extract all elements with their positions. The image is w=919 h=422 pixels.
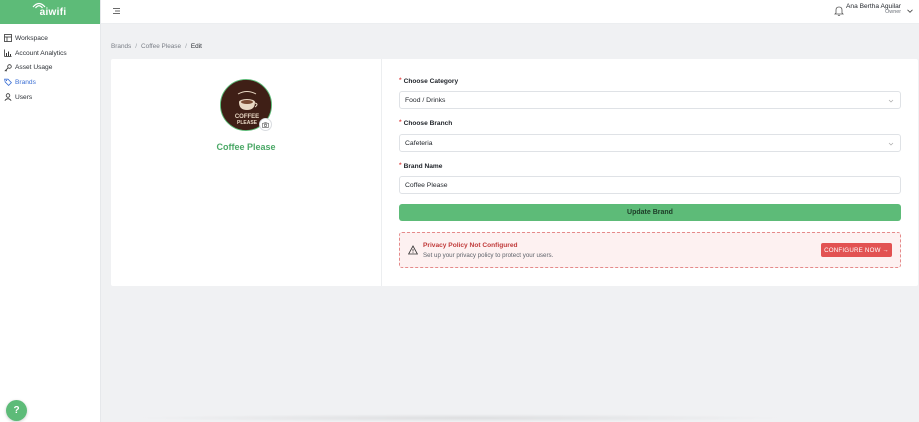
- sidebar-item-label: Account Analytics: [15, 49, 67, 57]
- menu-toggle-icon[interactable]: [111, 6, 121, 16]
- breadcrumb-item-brands[interactable]: Brands: [111, 43, 131, 50]
- user-menu[interactable]: Ana Bertha Aguilar Owner: [846, 3, 901, 16]
- logo: aiwifi: [32, 2, 67, 18]
- bell-icon[interactable]: [834, 5, 844, 17]
- camera-icon[interactable]: [259, 118, 272, 131]
- brand-name-label: * Brand Name: [399, 162, 443, 170]
- user-role: Owner: [885, 9, 901, 16]
- brand-display-name: Coffee Please: [216, 142, 276, 152]
- help-button[interactable]: ?: [6, 400, 27, 421]
- chart-icon: [4, 49, 12, 57]
- sidebar-item-users[interactable]: Users: [0, 90, 100, 105]
- category-select[interactable]: Food / Drinks: [399, 91, 901, 109]
- brand-name-value: Coffee Please: [405, 181, 448, 189]
- user-icon: [4, 93, 12, 101]
- alert-title: Privacy Policy Not Configured: [423, 242, 518, 249]
- alert-text: Set up your privacy policy to protect yo…: [423, 252, 554, 259]
- sidebar-nav: Workspace Account Analytics Asset Usage …: [0, 24, 100, 104]
- grid-icon: [4, 34, 12, 43]
- category-value: Food / Drinks: [405, 96, 446, 104]
- branch-select[interactable]: Cafeteria: [399, 134, 901, 152]
- update-brand-button[interactable]: Update Brand: [399, 204, 901, 221]
- logo-line-2: PLEASE: [237, 120, 258, 126]
- breadcrumb: Brands / Coffee Please / Edit: [111, 43, 202, 50]
- breadcrumb-separator: /: [185, 43, 187, 50]
- required-mark: *: [399, 77, 402, 84]
- sidebar-item-label: Users: [15, 93, 33, 101]
- branch-label-text: Choose Branch: [403, 120, 453, 127]
- top-header: Ana Bertha Aguilar Owner: [101, 0, 919, 24]
- breadcrumb-item-brand[interactable]: Coffee Please: [141, 43, 181, 50]
- sidebar-item-account-analytics[interactable]: Account Analytics: [0, 46, 100, 61]
- breadcrumb-separator: /: [135, 43, 138, 50]
- brand-name-input[interactable]: Coffee Please: [399, 176, 901, 194]
- tag-icon: [4, 78, 12, 87]
- branch-label: * Choose Branch: [399, 119, 453, 127]
- privacy-policy-alert: Privacy Policy Not Configured Set up you…: [399, 232, 901, 268]
- wifi-logo-icon: [32, 2, 46, 8]
- chevron-down-icon[interactable]: [906, 7, 914, 15]
- sidebar-item-label: Workspace: [15, 34, 48, 42]
- required-mark: *: [399, 162, 402, 169]
- configure-now-button[interactable]: CONFIGURE NOW →: [821, 243, 892, 257]
- card-divider: [381, 59, 382, 286]
- sidebar-item-label: Brands: [15, 78, 36, 86]
- chevron-down-icon: [888, 141, 894, 147]
- branch-value: Cafeteria: [405, 139, 433, 147]
- brand-edit-card: COFFEE PLEASE Coffee Please * Choose Cate…: [111, 59, 918, 286]
- sidebar-item-brands[interactable]: Brands: [0, 75, 100, 90]
- sidebar-item-workspace[interactable]: Workspace: [0, 31, 100, 46]
- brand-name-label-text: Brand Name: [403, 163, 443, 170]
- sidebar-item-asset-usage[interactable]: Asset Usage: [0, 60, 100, 75]
- required-mark: *: [399, 119, 402, 126]
- bottom-shadow: [130, 414, 790, 422]
- warning-icon: [407, 245, 419, 255]
- category-label: * Choose Category: [399, 77, 459, 85]
- breadcrumb-item-current: Edit: [190, 43, 202, 50]
- chevron-down-icon: [888, 98, 894, 104]
- category-label-text: Choose Category: [403, 78, 459, 85]
- sidebar: aiwifi Workspace Account Analytics Asset…: [0, 0, 101, 422]
- logo-area[interactable]: aiwifi: [0, 0, 100, 24]
- key-icon: [4, 64, 12, 72]
- sidebar-item-label: Asset Usage: [15, 64, 53, 72]
